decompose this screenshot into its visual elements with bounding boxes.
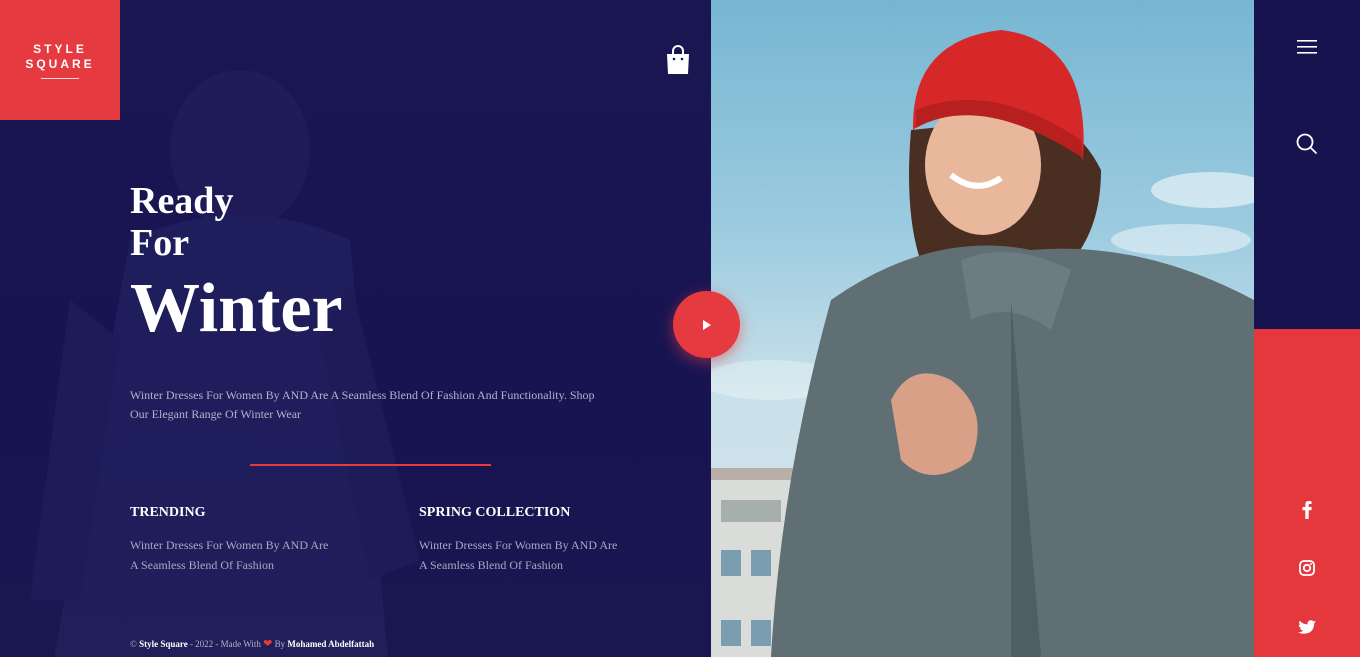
heart-icon: ❤ (263, 638, 273, 650)
hamburger-menu-icon[interactable] (1294, 34, 1320, 60)
headline-line-3: Winter (130, 270, 343, 347)
play-icon (702, 319, 711, 330)
footer-credit: © Style Square - 2022 - Made With ❤ By M… (130, 637, 374, 650)
brand-line-1: STYLE (33, 41, 87, 56)
footer-middle: - 2022 - Made With (187, 639, 264, 649)
hero-description: Winter Dresses For Women By AND Are A Se… (130, 388, 595, 421)
headline-line-1: Ready (130, 180, 234, 222)
footer-site[interactable]: Style Square (139, 639, 188, 649)
shopping-bag-icon[interactable] (665, 44, 691, 76)
play-video-button[interactable] (673, 291, 740, 358)
logo-underline (41, 77, 79, 79)
feature-text: Winter Dresses For Women By AND Are A Se… (130, 538, 329, 572)
feature-trending: TRENDING Winter Dresses For Women By AND… (130, 505, 330, 575)
sidebar-social (1254, 329, 1360, 657)
search-icon[interactable] (1294, 131, 1320, 157)
section-divider (250, 464, 491, 466)
hero-headline: Ready For Winter (130, 180, 343, 354)
woman-in-winter-hat-image (711, 30, 1254, 657)
feature-text: Winter Dresses For Women By AND Are A Se… (419, 538, 618, 572)
instagram-icon[interactable] (1294, 555, 1320, 581)
brand-logo[interactable]: STYLE SQUARE (0, 0, 120, 120)
hero-photo (711, 0, 1254, 657)
footer-by: By (272, 639, 288, 649)
feature-spring-collection: SPRING COLLECTION Winter Dresses For Wom… (419, 505, 619, 575)
footer-copyright: © (130, 639, 140, 649)
hero-panel: STYLE SQUARE Ready For Winter Winter Dre… (0, 0, 711, 657)
twitter-icon[interactable] (1294, 614, 1320, 640)
feature-title[interactable]: TRENDING (130, 505, 330, 521)
brand-line-2: SQUARE (25, 56, 95, 71)
headline-line-2: For (130, 222, 190, 264)
facebook-icon[interactable] (1294, 497, 1320, 523)
footer-author[interactable]: Mohamed Abdelfattah (287, 639, 374, 649)
feature-title[interactable]: SPRING COLLECTION (419, 505, 619, 521)
